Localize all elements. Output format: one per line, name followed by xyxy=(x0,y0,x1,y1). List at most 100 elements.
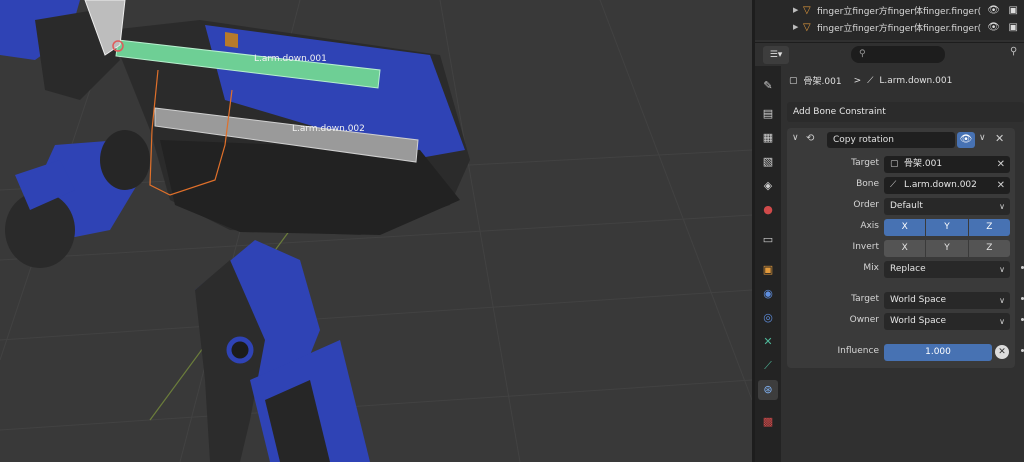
bone-label-001: L.arm.down.001 xyxy=(254,54,327,64)
bone-icon: ⟋ xyxy=(867,75,874,86)
invert-label: Invert xyxy=(852,242,879,252)
3d-viewport[interactable]: L.arm.down.001 L.arm.down.002 xyxy=(0,0,752,462)
target-field[interactable]: ▢ 骨架.001 ✕ xyxy=(884,156,1010,173)
target-value: 骨架.001 xyxy=(904,159,943,169)
editor-type-button[interactable]: ☰▾ xyxy=(763,46,789,64)
invert-toggle-group: X Y Z xyxy=(884,240,1010,257)
order-row: Order Default ∨ xyxy=(787,198,1024,216)
constraint-name-field[interactable]: Copy rotation xyxy=(827,132,955,148)
outliner-row[interactable]: ▶ ▽ finger立finger方finger体finger.finger( … xyxy=(755,18,1024,36)
eye-icon[interactable]: 👁 xyxy=(987,22,1000,33)
pin-icon[interactable]: ⚲ xyxy=(1010,46,1017,57)
constraint-panel-header: ∨ ⟲ Copy rotation 👁 ∨ ✕ xyxy=(787,130,1015,150)
camera-icon[interactable]: ▣ xyxy=(1009,5,1018,16)
search-icon: ⚲ xyxy=(859,49,866,59)
modifier-icon[interactable]: ◉ xyxy=(758,284,778,304)
invert-z-toggle[interactable]: Z xyxy=(968,240,1010,257)
particles-icon[interactable]: ◎ xyxy=(758,308,778,328)
armor-detail xyxy=(225,32,238,48)
axis-x-toggle[interactable]: X xyxy=(884,219,926,236)
wrist-joint xyxy=(100,130,150,190)
output-icon[interactable]: ▦ xyxy=(758,128,778,148)
target-space-value: World Space xyxy=(890,295,947,305)
clear-icon[interactable]: ✕ xyxy=(997,177,1005,194)
eye-icon[interactable]: 👁 xyxy=(957,132,975,148)
mix-dropdown[interactable]: Replace ∨ xyxy=(884,261,1010,278)
scene-icon[interactable]: ◈ xyxy=(758,176,778,196)
camera-icon[interactable]: ▣ xyxy=(1009,22,1018,33)
chevron-down-icon: ∨ xyxy=(999,296,1005,305)
properties-body: ▢ 骨架.001 > ⟋ L.arm.down.001 Add Bone Con… xyxy=(781,66,1024,462)
properties-search-input[interactable]: ⚲ xyxy=(851,46,945,63)
outliner-row[interactable]: ▶ ▽ finger立finger方finger体finger.finger( … xyxy=(755,1,1024,19)
axis-row: Axis X Y Z xyxy=(787,219,1024,237)
influence-label: Influence xyxy=(837,346,879,356)
bone-icon[interactable]: ⟋ xyxy=(758,356,778,376)
object-icon[interactable]: ▣ xyxy=(758,260,778,280)
invert-x-toggle[interactable]: X xyxy=(884,240,926,257)
target-row: Target ▢ 骨架.001 ✕ xyxy=(787,156,1024,174)
collection-icon[interactable]: ▭ xyxy=(758,230,778,250)
chevron-down-icon: ∨ xyxy=(999,202,1005,211)
bone-label-002: L.arm.down.002 xyxy=(292,124,365,134)
outliner-row-label: finger立finger方finger体finger.finger( xyxy=(817,23,982,34)
breadcrumb-armature[interactable]: 骨架.001 xyxy=(804,74,842,87)
object-data-armature-icon[interactable]: ✕ xyxy=(758,332,778,352)
armature-data-icon: ▢ xyxy=(789,75,798,86)
mix-row: Mix Replace ∨ xyxy=(787,261,1024,279)
chevron-down-icon: ∨ xyxy=(999,317,1005,326)
close-icon[interactable]: ✕ xyxy=(995,132,1004,145)
breadcrumb: ▢ 骨架.001 > ⟋ L.arm.down.001 xyxy=(789,74,958,88)
bone-value: L.arm.down.002 xyxy=(904,180,977,190)
properties-editor-icon: ☰▾ xyxy=(769,50,783,60)
order-value: Default xyxy=(890,201,923,211)
expand-triangle-icon[interactable]: ▶ xyxy=(793,6,803,14)
bone-row: Bone ⟋ L.arm.down.002 ✕ xyxy=(787,177,1024,195)
bone-field[interactable]: ⟋ L.arm.down.002 ✕ xyxy=(884,177,1010,194)
copy-rotation-icon: ⟲ xyxy=(806,133,815,144)
expand-triangle-icon[interactable]: ▶ xyxy=(793,23,803,31)
target-space-label: Target xyxy=(851,294,879,304)
invert-y-toggle[interactable]: Y xyxy=(926,240,968,257)
outliner-row-label: finger立finger方finger体finger.finger( xyxy=(817,6,982,17)
properties-tab-bar: ✎ ▤ ▦ ▧ ◈ ● ▭ ▣ ◉ ◎ ✕ ⟋ ⊛ ▩ xyxy=(755,66,781,462)
world-icon[interactable]: ● xyxy=(758,200,778,220)
owner-space-dropdown[interactable]: World Space ∨ xyxy=(884,313,1010,330)
target-label: Target xyxy=(851,158,879,168)
disable-keep-transform-icon[interactable]: ✕ xyxy=(995,345,1009,359)
mesh-object-icon: ▽ xyxy=(803,21,811,33)
axis-label: Axis xyxy=(860,221,879,231)
tool-icon[interactable]: ✎ xyxy=(758,76,778,96)
properties-header: ☰▾ ⚲ ⚲ xyxy=(755,42,1024,66)
target-space-dropdown[interactable]: World Space ∨ xyxy=(884,292,1010,309)
owner-space-value: World Space xyxy=(890,316,947,326)
view-layer-icon[interactable]: ▧ xyxy=(758,152,778,172)
armature-data-icon: ▢ xyxy=(890,159,899,169)
bone-constraint-icon[interactable]: ⊛ xyxy=(758,380,778,400)
axis-z-toggle[interactable]: Z xyxy=(968,219,1010,236)
axis-toggle-group: X Y Z xyxy=(884,219,1010,236)
eye-icon[interactable]: 👁 xyxy=(987,5,1000,16)
finger-bolt xyxy=(226,336,254,364)
invert-row: Invert X Y Z xyxy=(787,240,1024,258)
bone-icon: ⟋ xyxy=(890,180,897,190)
clear-icon[interactable]: ✕ xyxy=(997,156,1005,173)
chevron-down-icon: ∨ xyxy=(999,265,1005,274)
breadcrumb-bone[interactable]: L.arm.down.001 xyxy=(879,76,952,86)
bone-label: Bone xyxy=(856,179,879,189)
texture-icon[interactable]: ▩ xyxy=(758,412,778,432)
influence-row: Influence 1.000 ✕ xyxy=(787,344,1024,362)
axis-y-toggle[interactable]: Y xyxy=(926,219,968,236)
order-dropdown[interactable]: Default ∨ xyxy=(884,198,1010,215)
influence-slider[interactable]: 1.000 xyxy=(884,344,992,361)
add-bone-constraint-button[interactable]: Add Bone Constraint xyxy=(787,102,1024,122)
mix-value: Replace xyxy=(890,264,926,274)
collapse-chevron-icon[interactable]: ∨ xyxy=(792,133,799,143)
render-icon[interactable]: ▤ xyxy=(758,104,778,124)
mix-label: Mix xyxy=(863,263,879,273)
chevron-down-icon[interactable]: ∨ xyxy=(979,133,986,143)
viewport-scene xyxy=(0,0,752,462)
outliner: ▶ ▽ finger立finger方finger体finger.finger( … xyxy=(755,0,1024,40)
target-space-row: Target World Space ∨ xyxy=(787,292,1024,310)
constraint-panel: ∨ ⟲ Copy rotation 👁 ∨ ✕ Target ▢ 骨架.001 ✕ … xyxy=(787,128,1024,368)
